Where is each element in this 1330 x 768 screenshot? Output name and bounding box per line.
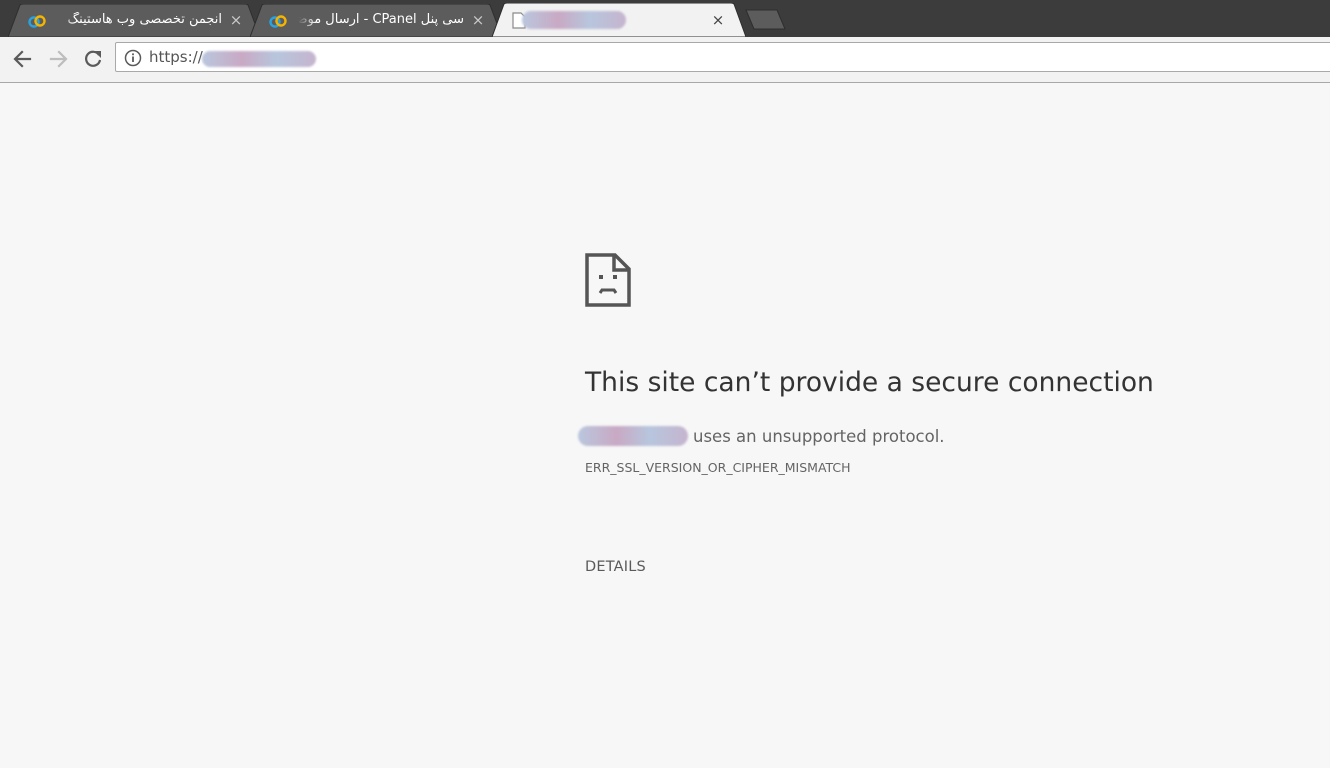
error-summary-text: uses an unsupported protocol. bbox=[693, 427, 945, 446]
redacted-title bbox=[522, 11, 626, 29]
forum-logo-icon bbox=[28, 15, 46, 28]
tab-active[interactable]: × bbox=[492, 3, 746, 37]
sad-page-icon bbox=[585, 253, 631, 307]
reload-icon[interactable] bbox=[79, 45, 107, 73]
tab-title-text: انجمن تخصصی وب هاستینگ bbox=[67, 12, 222, 27]
tab-title-text: سی پنل CPanel - ارسال موضوع bbox=[294, 12, 464, 27]
redacted-url bbox=[202, 51, 316, 67]
forum-logo-icon bbox=[269, 15, 287, 28]
new-tab-button[interactable] bbox=[744, 9, 788, 31]
address-url: https:// bbox=[149, 48, 203, 66]
tab-forum[interactable]: انجمن تخصصی وب هاستینگ × bbox=[8, 4, 260, 37]
tab-title: سی پنل CPanel - ارسال موضوع bbox=[294, 12, 464, 30]
tab-cpanel[interactable]: سی پنل CPanel - ارسال موضوع × bbox=[250, 4, 502, 37]
tab-close-button[interactable]: × bbox=[227, 10, 245, 30]
forward-arrow-icon[interactable] bbox=[44, 45, 72, 73]
error-code: ERR_SSL_VERSION_OR_CIPHER_MISMATCH bbox=[585, 460, 851, 475]
tab-title: انجمن تخصصی وب هاستینگ bbox=[52, 12, 222, 30]
title-fade bbox=[294, 12, 316, 30]
address-bar[interactable]: https:// bbox=[115, 42, 1330, 72]
tab-close-button[interactable]: × bbox=[709, 10, 727, 30]
back-arrow-icon[interactable] bbox=[9, 45, 37, 73]
title-fade bbox=[52, 12, 74, 30]
error-heading: This site can’t provide a secure connect… bbox=[585, 367, 1154, 398]
details-button[interactable]: DETAILS bbox=[585, 559, 646, 575]
info-icon[interactable] bbox=[124, 49, 142, 67]
error-summary: uses an unsupported protocol. bbox=[578, 426, 945, 446]
tab-close-button[interactable]: × bbox=[469, 10, 487, 30]
redacted-hostname bbox=[578, 426, 688, 446]
tab-strip: انجمن تخصصی وب هاستینگ × سی پنل CPanel -… bbox=[0, 0, 1330, 37]
browser-toolbar: https:// bbox=[0, 37, 1330, 83]
